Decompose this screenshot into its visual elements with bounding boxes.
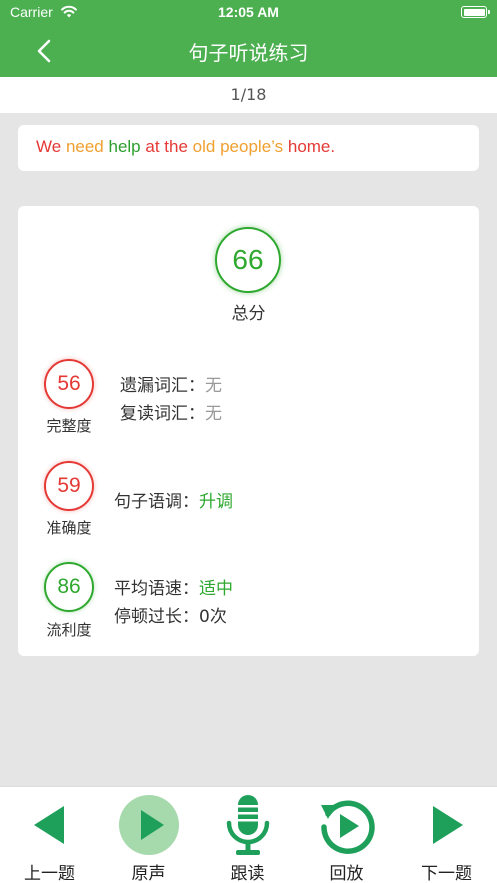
sentence-word: home.	[287, 137, 336, 156]
repeated-words-value: 无	[205, 404, 222, 424]
intonation-value: 升调	[199, 492, 233, 512]
intonation-label: 句子语调：	[114, 492, 199, 512]
original-audio-label: 原声	[131, 864, 166, 883]
sentence-word: need	[65, 137, 104, 156]
repeated-words-row: 复读词汇：无	[120, 399, 222, 424]
missing-words-value: 无	[205, 376, 222, 396]
microphone-icon	[226, 795, 269, 855]
sentence-word: help	[108, 137, 141, 156]
playback-label: 回放	[329, 864, 364, 883]
pause-row: 停顿过长：0次	[114, 602, 227, 627]
sentence-card: We need help at the old people’s home.	[18, 125, 479, 171]
intonation-row: 句子语调：升调	[114, 487, 233, 512]
question-counter: 1/18	[0, 77, 497, 113]
accuracy-score-circle: 59	[44, 461, 94, 511]
sentence-word: at	[145, 137, 160, 156]
fluency-score-circle: 86	[44, 562, 94, 612]
total-score-label: 总分	[231, 304, 266, 324]
original-audio-button[interactable]: 原声	[99, 787, 198, 883]
speed-row: 平均语速：适中	[114, 574, 233, 599]
sentence-word: We	[36, 137, 62, 156]
completeness-score-circle: 56	[44, 359, 94, 409]
follow-read-label: 跟读	[230, 864, 265, 883]
completeness-label: 完整度	[46, 417, 92, 435]
total-score-circle: 66	[215, 227, 281, 293]
repeated-words-label: 复读词汇：	[120, 404, 205, 424]
next-question-button[interactable]: 下一题	[397, 787, 496, 883]
playback-button[interactable]: 回放	[297, 787, 396, 883]
replay-icon	[320, 800, 375, 854]
missing-words-label: 遗漏词汇：	[120, 376, 205, 396]
page-title: 句子听说练习	[188, 41, 309, 65]
pause-label: 停顿过长：	[114, 607, 199, 627]
speed-value: 适中	[199, 579, 233, 599]
sentence-word: old	[192, 137, 216, 156]
prev-question-label: 上一题	[24, 864, 75, 883]
status-bar: Carrier 12:05 AM	[0, 0, 497, 24]
fluency-label: 流利度	[46, 621, 92, 639]
prev-question-button[interactable]: 上一题	[0, 787, 99, 883]
sentence-word: the	[164, 137, 188, 156]
sentence-word: people’s	[220, 137, 284, 156]
score-card: 66 总分 56 完整度 遗漏词汇：无 复读词汇：无 59 准确度 句子语调：升…	[18, 206, 479, 656]
missing-words-row: 遗漏词汇：无	[120, 371, 222, 396]
nav-bar: 句子听说练习	[0, 24, 497, 77]
follow-read-button[interactable]: 跟读	[198, 787, 297, 883]
clock: 12:05 AM	[218, 4, 279, 20]
accuracy-label: 准确度	[46, 519, 92, 537]
pause-value: 0次	[199, 607, 227, 627]
battery-icon	[461, 6, 490, 18]
bottom-toolbar: 上一题 原声 跟读 回放 下一题	[0, 786, 497, 883]
speed-label: 平均语速：	[114, 579, 199, 599]
play-circle-icon	[118, 795, 179, 855]
triangle-left-icon	[33, 806, 64, 844]
triangle-right-icon	[432, 806, 463, 844]
next-question-label: 下一题	[421, 864, 472, 883]
